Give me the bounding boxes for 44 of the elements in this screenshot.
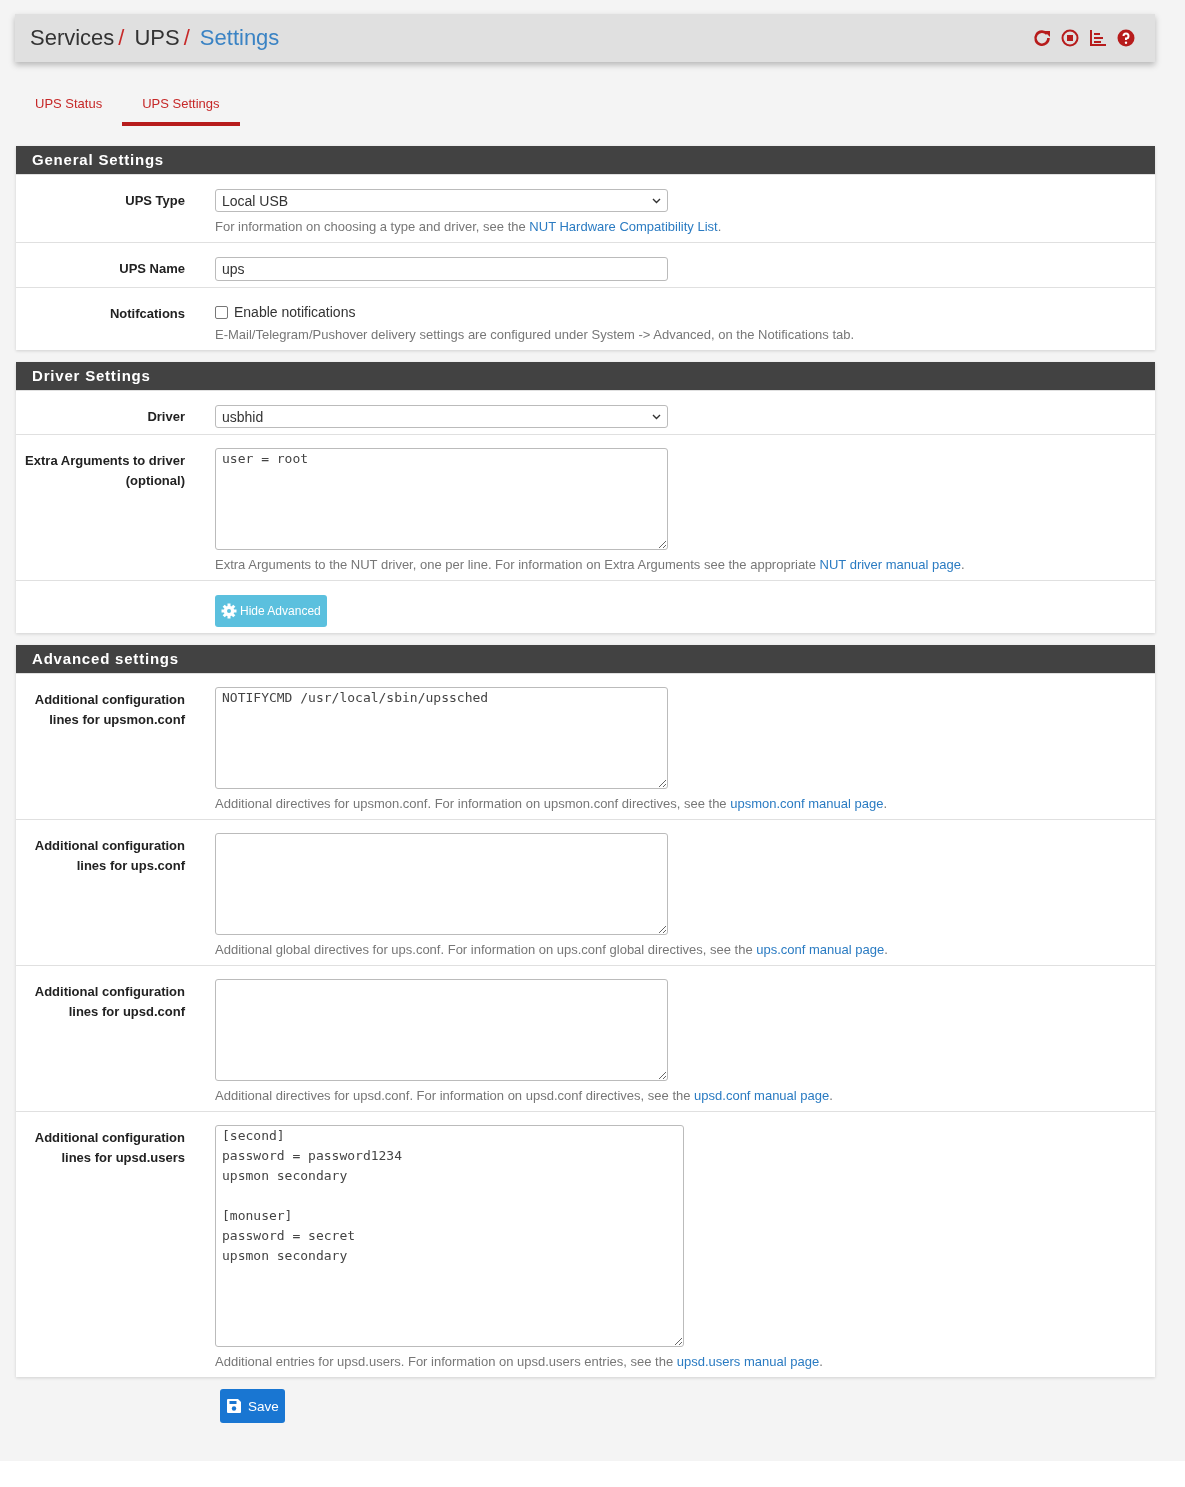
help-icon[interactable] — [1117, 29, 1135, 47]
field-label: Extra Arguments to driver (optional) — [24, 452, 185, 490]
chevron-icon — [652, 197, 661, 204]
tab[interactable]: UPS Settings — [122, 90, 240, 126]
breadcrumb-item[interactable]: Services — [30, 25, 115, 51]
help-link[interactable]: NUT Hardware Compatibility List — [529, 219, 718, 234]
select-field[interactable]: Local USB — [215, 189, 668, 212]
gear-icon — [221, 603, 237, 619]
panel-heading: Advanced settings — [16, 645, 1155, 673]
panel-heading: General Settings — [16, 146, 1155, 174]
breadcrumb-separator: / — [118, 25, 125, 51]
save-button[interactable]: Save — [220, 1389, 285, 1423]
text-area[interactable]: [second] password = password1234 upsmon secondary [monuser] password = secret upsmon secondary — [215, 1125, 684, 1347]
help-text: Additional global directives for ups.conf. For information on ups.conf global directives, see the ups.conf manual page. — [215, 941, 888, 959]
input-field[interactable]: ups — [215, 257, 668, 281]
help-link[interactable]: NUT driver manual page — [819, 557, 961, 572]
help-text: Extra Arguments to the NUT driver, one per line. For information on Extra Arguments see the appropriate NUT driver manual page. — [215, 556, 965, 574]
stop-icon[interactable] — [1061, 29, 1079, 47]
field-label: Notifcations — [108, 305, 185, 323]
field-label: Additional configuration lines for upsmon.conf — [33, 691, 185, 729]
restart-icon[interactable] — [1033, 29, 1051, 47]
field-label: UPS Name — [118, 260, 185, 278]
breadcrumb-separator: / — [183, 25, 190, 51]
tab[interactable]: UPS Status — [15, 90, 123, 126]
help-text: Additional directives for upsd.conf. For information on upsd.conf directives, see the upsd.conf manual page. — [215, 1087, 833, 1105]
checkbox[interactable] — [215, 305, 228, 319]
field-label: UPS Type — [124, 192, 185, 210]
help-text: For information on choosing a type and driver, see the NUT Hardware Compatibility List. — [215, 218, 722, 236]
field-label: Additional configuration lines for upsd.conf — [33, 983, 185, 1021]
field-label: Additional configuration lines for upsd.users — [33, 1129, 185, 1167]
select-field[interactable]: usbhid — [215, 405, 668, 428]
breadcrumb-item[interactable]: UPS — [134, 25, 180, 51]
field-label: Driver — [146, 408, 185, 426]
help-text: Additional entries for upsd.users. For information on upsd.users entries, see the upsd.users manual page. — [215, 1353, 823, 1371]
text-area[interactable]: NOTIFYCMD /usr/local/sbin/upssched — [215, 687, 668, 789]
help-text: E-Mail/Telegram/Pushover delivery settings are configured under System -> Advanced, on the Notifications tab. — [215, 326, 855, 344]
panel-heading: Driver Settings — [16, 362, 1155, 390]
chevron-icon — [652, 413, 661, 420]
text-area[interactable]: user = root — [215, 448, 668, 550]
breadcrumb-item[interactable]: Settings — [199, 25, 280, 51]
field-label: Additional configuration lines for ups.conf — [33, 837, 185, 875]
checkbox-label[interactable]: Enable notifications — [234, 304, 356, 320]
help-text: Additional directives for upsmon.conf. For information on upsmon.conf directives, see the upsmon.conf manual page. — [215, 795, 888, 813]
log-icon[interactable] — [1089, 29, 1107, 47]
